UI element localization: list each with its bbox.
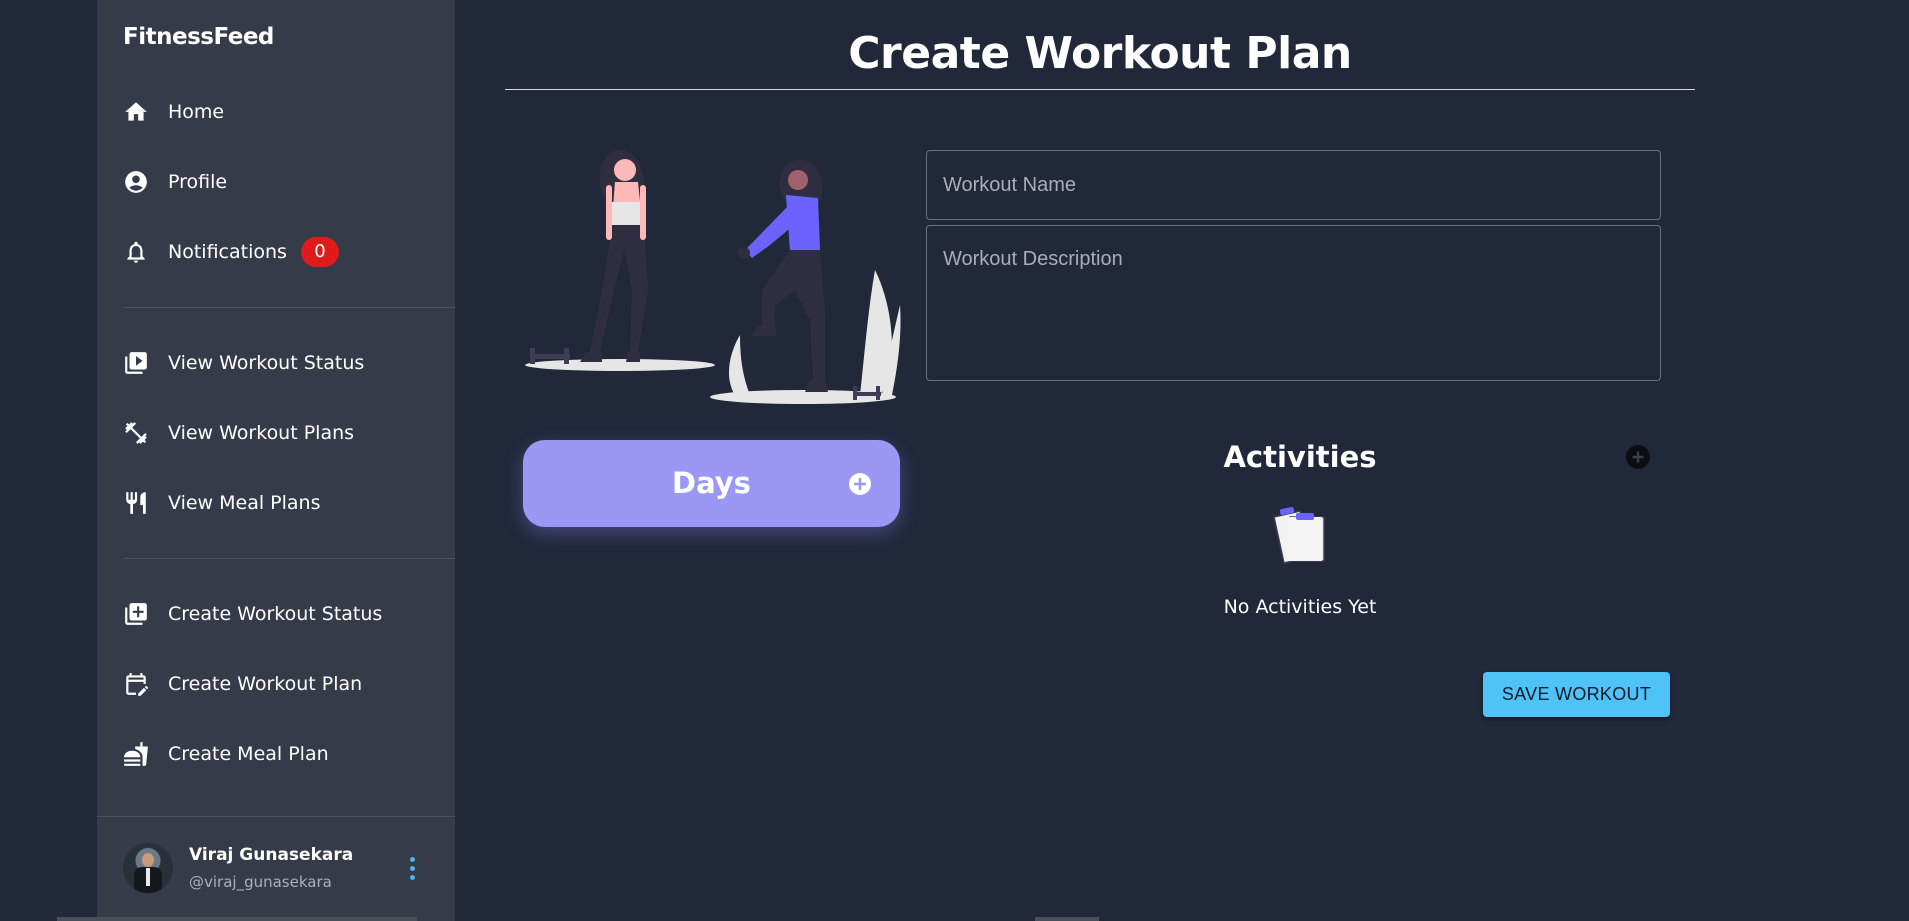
sidebar: FitnessFeed Home Profile Notifications 0… [97, 0, 455, 921]
days-button[interactable]: Days [523, 440, 900, 527]
days-label: Days [672, 466, 751, 500]
workout-description-input[interactable] [926, 225, 1661, 381]
sidebar-divider [97, 816, 455, 817]
sidebar-item-label: Create Meal Plan [168, 743, 329, 765]
sidebar-item-notifications[interactable]: Notifications 0 [123, 232, 339, 272]
fastfood-icon [123, 741, 149, 767]
sidebar-item-label: Home [168, 101, 225, 123]
add-activity-icon[interactable] [1626, 445, 1650, 469]
save-workout-button[interactable]: SAVE WORKOUT [1483, 672, 1670, 717]
notification-count-badge: 0 [300, 237, 339, 267]
sidebar-item-create-workout-plan[interactable]: Create Workout Plan [123, 664, 362, 704]
account-circle-icon [123, 169, 149, 195]
fork-knife-icon [123, 490, 149, 516]
add-library-icon [123, 601, 149, 627]
more-vert-icon[interactable] [408, 857, 416, 883]
page-title: Create Workout Plan [848, 28, 1352, 79]
sidebar-item-label: Profile [168, 171, 228, 193]
sidebar-item-create-workout-status[interactable]: Create Workout Status [123, 594, 382, 634]
sidebar-divider [123, 558, 455, 559]
workout-name-input[interactable] [926, 150, 1661, 220]
sidebar-item-label: View Meal Plans [168, 492, 321, 514]
title-divider [505, 89, 1695, 90]
avatar[interactable] [123, 843, 173, 893]
sidebar-item-label: View Workout Status [168, 352, 365, 374]
clipboard-icon [1273, 506, 1325, 564]
workout-illustration [525, 150, 901, 404]
bell-icon [123, 239, 149, 265]
sidebar-item-label: Notifications [168, 241, 287, 263]
sidebar-item-home[interactable]: Home [123, 92, 224, 132]
user-name: Viraj Gunasekara [189, 845, 354, 865]
user-profile-card[interactable]: Viraj Gunasekara @viraj_gunasekara [123, 843, 433, 895]
empty-activities-text: No Activities Yet [1223, 596, 1377, 618]
activities-heading: Activities [1223, 440, 1377, 474]
sidebar-item-view-workout-status[interactable]: View Workout Status [123, 343, 364, 383]
sidebar-item-label: Create Workout Status [168, 603, 383, 625]
calendar-edit-icon [123, 671, 149, 697]
add-circle-icon[interactable] [848, 472, 872, 496]
sidebar-item-create-meal-plan[interactable]: Create Meal Plan [123, 734, 329, 774]
sidebar-item-label: View Workout Plans [168, 422, 355, 444]
user-handle: @viraj_gunasekara [189, 873, 332, 891]
scrollbar-track[interactable] [57, 917, 417, 921]
sidebar-divider [123, 307, 455, 308]
scrollbar-thumb[interactable] [1035, 917, 1099, 921]
sidebar-item-profile[interactable]: Profile [123, 162, 227, 202]
home-icon [123, 99, 149, 125]
sidebar-item-view-meal-plans[interactable]: View Meal Plans [123, 483, 321, 523]
brand-logo[interactable]: FitnessFeed [123, 24, 274, 50]
sidebar-item-view-workout-plans[interactable]: View Workout Plans [123, 413, 354, 453]
video-library-icon [123, 350, 149, 376]
sidebar-item-label: Create Workout Plan [168, 673, 363, 695]
dumbbell-icon [123, 420, 149, 446]
